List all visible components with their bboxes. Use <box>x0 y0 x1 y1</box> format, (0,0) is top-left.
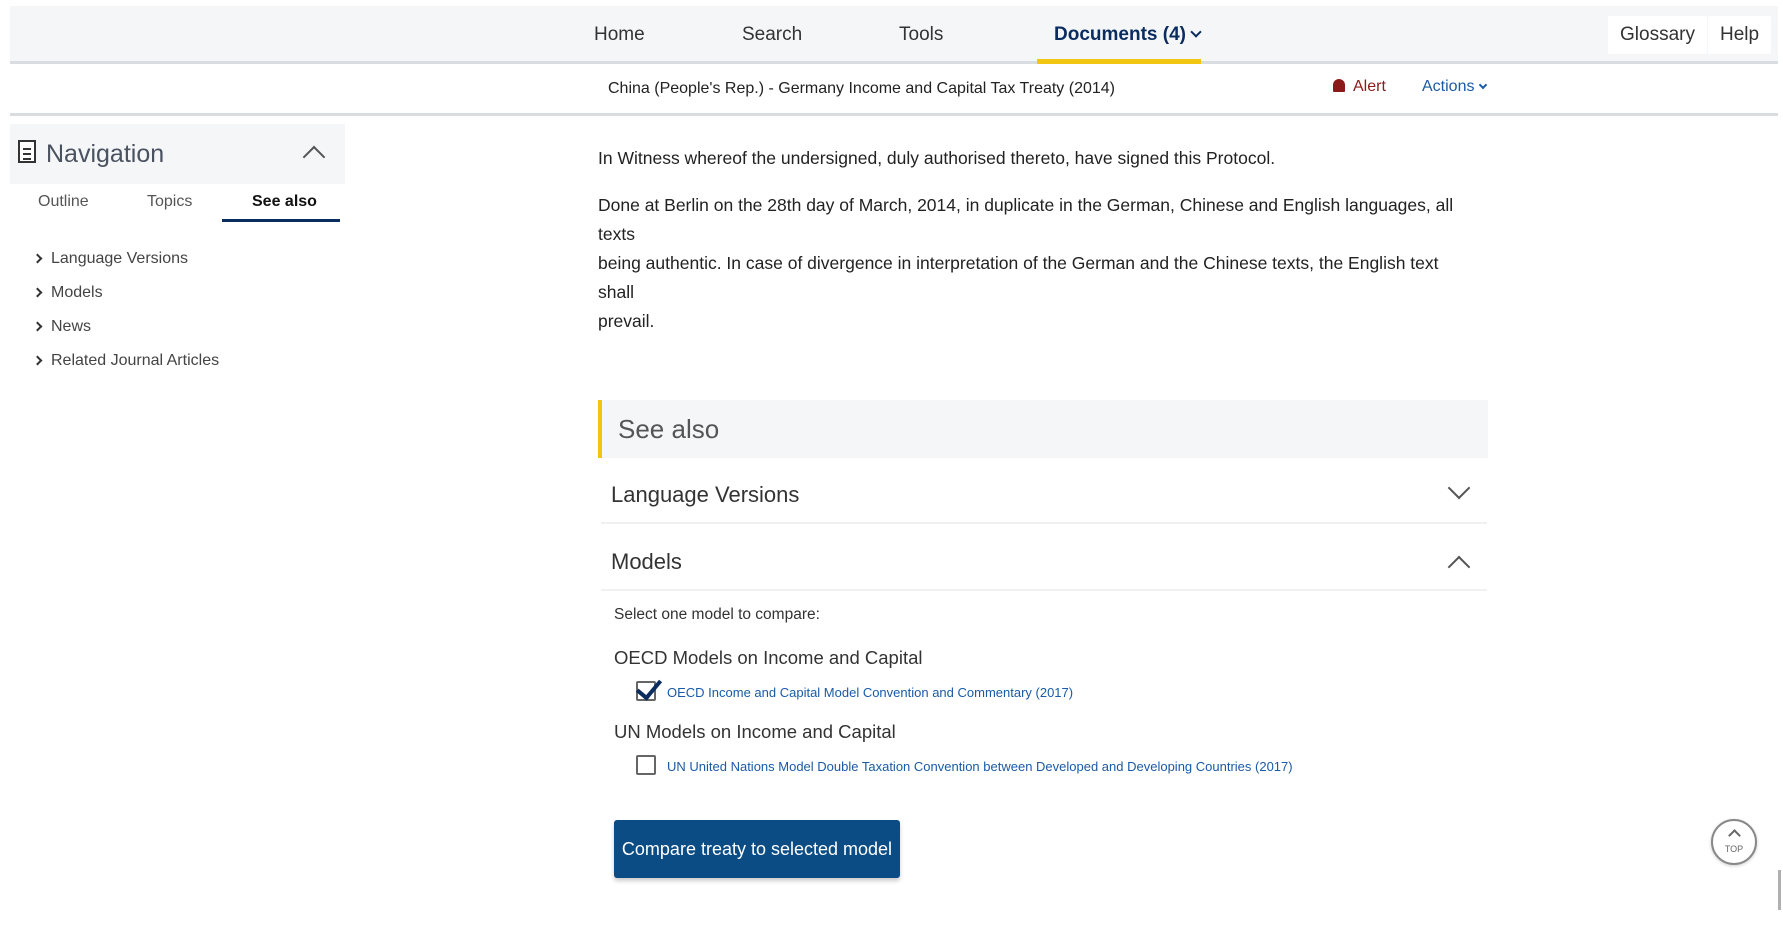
accordion-label: Language Versions <box>611 482 800 507</box>
collapse-icon[interactable] <box>302 145 326 169</box>
nav-tools[interactable]: Tools <box>899 24 943 46</box>
text-line: Done at Berlin on the 28th day of March,… <box>598 195 1454 244</box>
tab-outline[interactable]: Outline <box>38 193 89 211</box>
accordion-label: Models <box>611 549 682 574</box>
nav-home[interactable]: Home <box>594 24 645 46</box>
oecd-model-checkbox[interactable] <box>636 681 656 701</box>
back-to-top-button[interactable]: TOP <box>1711 819 1757 865</box>
alert-label: Alert <box>1353 78 1386 95</box>
un-group-title: UN Models on Income and Capital <box>614 721 896 742</box>
oecd-model-link[interactable]: OECD Income and Capital Model Convention… <box>667 685 1073 700</box>
nav-search[interactable]: Search <box>742 24 802 46</box>
oecd-group-title: OECD Models on Income and Capital <box>614 647 923 668</box>
top-label: TOP <box>1724 844 1744 854</box>
alert-button[interactable]: Alert <box>1333 78 1386 96</box>
chevron-right-icon <box>32 287 43 298</box>
document-bar: China (People's Rep.) - Germany Income a… <box>10 66 1778 116</box>
chevron-right-icon <box>32 321 43 332</box>
navigation-header: Navigation <box>10 124 345 184</box>
model-instruction: Select one model to compare: <box>614 606 820 623</box>
sidebar-item-related-journal-articles[interactable]: Related Journal Articles <box>32 352 220 370</box>
document-icon <box>18 140 36 163</box>
top-nav-bar: Home Search Tools Documents (4) Glossary… <box>10 6 1778 64</box>
tab-see-also[interactable]: See also <box>252 193 317 211</box>
scrollbar-thumb[interactable] <box>1778 870 1781 910</box>
help-button[interactable]: Help <box>1708 16 1772 54</box>
nav-documents[interactable]: Documents (4) <box>1054 24 1202 46</box>
chevron-right-icon <box>32 253 43 264</box>
text-line: being authentic. In case of divergence i… <box>598 253 1439 302</box>
see-also-title: See also <box>618 414 720 444</box>
glossary-button[interactable]: Glossary <box>1608 16 1707 54</box>
see-also-heading: See also <box>598 400 1488 458</box>
navigation-title: Navigation <box>46 140 165 168</box>
un-model-link[interactable]: UN United Nations Model Double Taxation … <box>667 759 1293 774</box>
actions-label: Actions <box>1422 78 1475 95</box>
tab-active-indicator <box>222 219 340 222</box>
sidebar-item-label: Language Versions <box>51 250 188 267</box>
sidebar-item-label: Related Journal Articles <box>51 352 220 369</box>
nav-documents-label: Documents (4) <box>1054 24 1186 45</box>
bell-icon <box>1333 79 1345 92</box>
protocol-done-text: Done at Berlin on the 28th day of March,… <box>598 191 1478 336</box>
chevron-down-icon <box>1479 80 1488 90</box>
accordion-models[interactable]: Models <box>601 535 1487 591</box>
chevron-down-icon <box>1447 476 1471 500</box>
document-title: China (People's Rep.) - Germany Income a… <box>608 80 1115 97</box>
page: Home Search Tools Documents (4) Glossary… <box>0 0 1783 928</box>
sidebar-item-label: News <box>51 318 92 335</box>
un-model-checkbox[interactable] <box>636 755 656 775</box>
text-line: prevail. <box>598 311 655 331</box>
tab-topics[interactable]: Topics <box>147 193 192 211</box>
compare-treaty-button[interactable]: Compare treaty to selected model <box>614 820 900 878</box>
chevron-down-icon <box>1190 26 1202 38</box>
sidebar-item-label: Models <box>51 284 103 301</box>
chevron-right-icon <box>32 355 43 366</box>
accordion-language-versions[interactable]: Language Versions <box>601 468 1487 524</box>
actions-dropdown[interactable]: Actions <box>1422 78 1488 96</box>
sidebar-item-models[interactable]: Models <box>32 284 103 302</box>
chevron-up-icon <box>1728 829 1741 842</box>
active-tab-indicator <box>1037 59 1201 64</box>
sidebar-item-news[interactable]: News <box>32 318 92 336</box>
chevron-up-icon <box>1447 555 1471 579</box>
protocol-witness-text: In Witness whereof the undersigned, duly… <box>598 148 1276 168</box>
sidebar-item-language-versions[interactable]: Language Versions <box>32 250 188 268</box>
